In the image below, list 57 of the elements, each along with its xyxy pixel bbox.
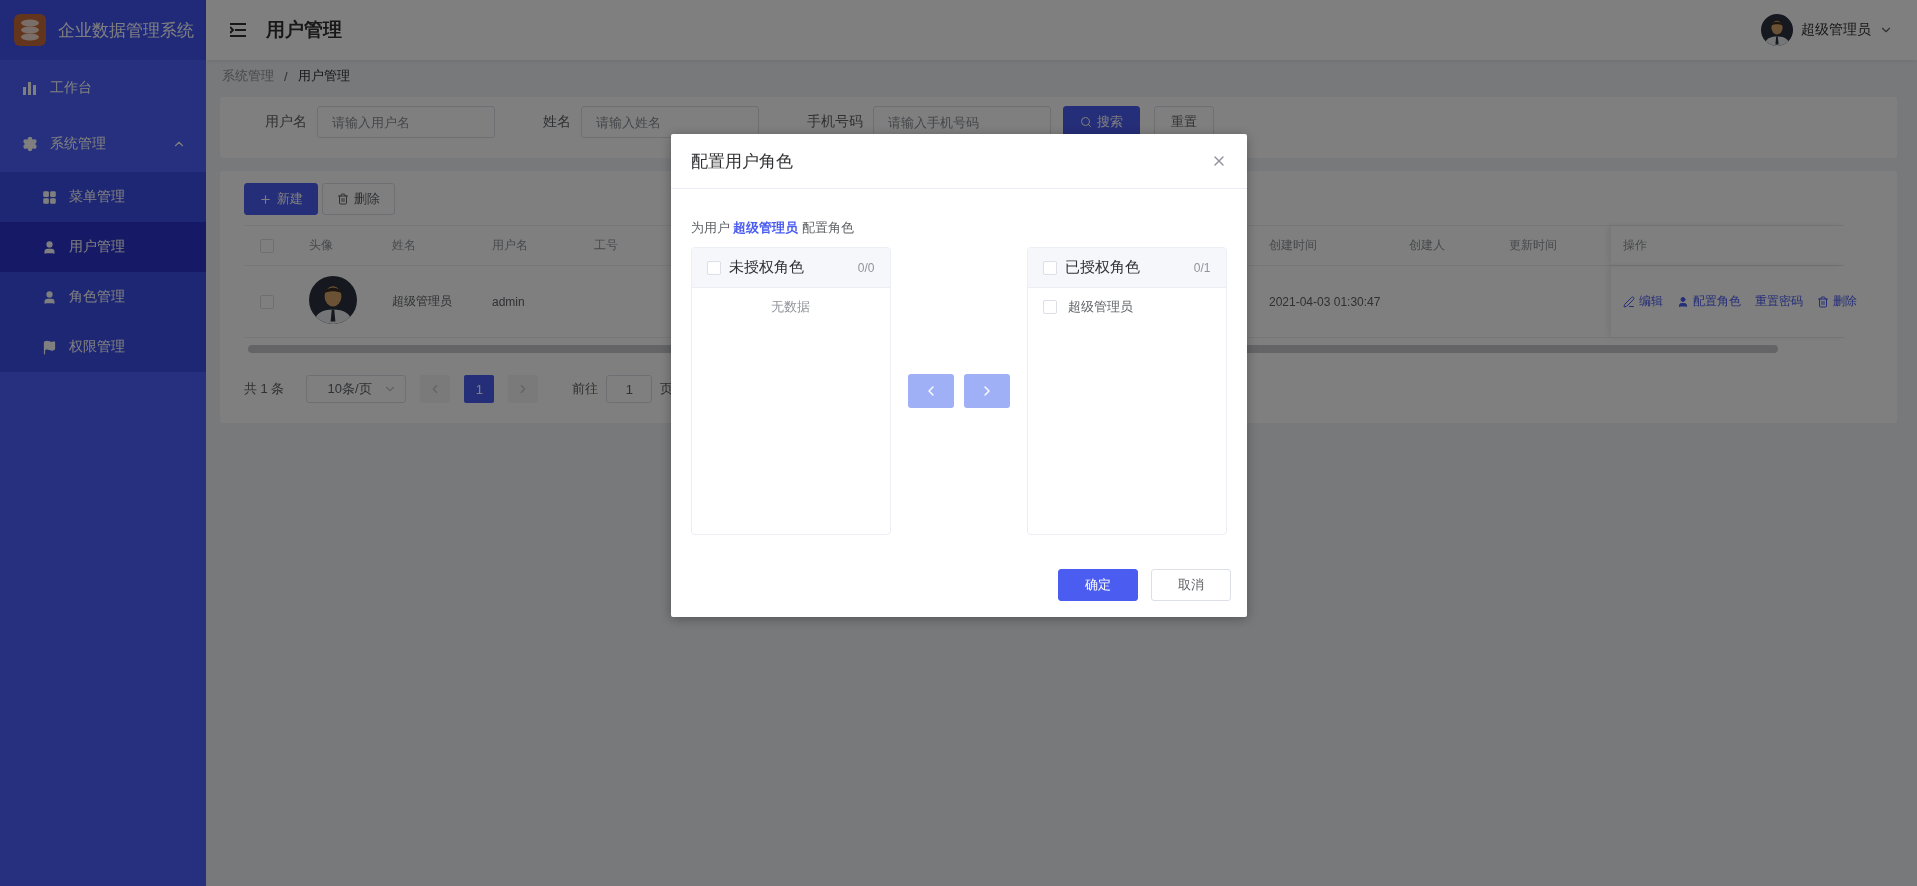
cancel-button[interactable]: 取消 [1150,569,1231,601]
trash-icon [1817,295,1829,308]
delete-button[interactable]: 删除 [322,183,395,215]
goto-label: 前往 [572,380,599,398]
checkbox[interactable] [1042,260,1057,275]
plus-icon [259,192,272,206]
edit-icon [1623,295,1635,308]
panel-count: 0/1 [1193,260,1211,275]
prev-page-button[interactable] [420,375,451,403]
sidebar-item[interactable]: 菜单管理 [0,172,206,222]
page-button[interactable]: 1 [464,375,495,403]
dialog-title: 配置用户角色 [690,150,793,173]
page-suffix: 页 [660,380,674,398]
grid-icon [42,189,57,205]
dialog-intro: 为用户 超级管理员 配置角色 [690,219,855,237]
panel-title: 已授权角色 [1064,258,1141,277]
field-label: 姓名 [543,113,571,131]
user-menu[interactable]: 超级管理员 [1761,14,1893,46]
breadcrumb-separator: / [284,68,288,84]
search-icon [1080,116,1092,128]
action-link[interactable]: 编辑 [1623,293,1663,310]
action-link[interactable]: 删除 [1817,293,1857,310]
checkbox[interactable] [706,260,721,275]
field-label: 手机号码 [807,113,863,131]
next-page-button[interactable] [508,375,539,403]
table-cell-text: admin [491,294,526,309]
page-input[interactable]: 1 [606,375,653,403]
action-link[interactable]: 重置密码 [1755,293,1803,310]
page-size-select[interactable]: 10条/页 [306,375,407,403]
sidebar-item[interactable]: 权限管理 [0,322,206,372]
user-icon [1677,295,1689,308]
sidebar-item[interactable]: 角色管理 [0,272,206,322]
settings-icon [22,136,38,152]
empty-text: 无数据 [770,298,811,316]
action-link[interactable]: 配置角色 [1677,293,1741,310]
create-button[interactable]: 新建 [244,183,318,215]
panel-title: 未授权角色 [728,258,805,277]
transfer-item[interactable]: 超级管理员 [1027,288,1226,316]
trash-icon [337,193,349,205]
sidebar-item[interactable]: 用户管理 [0,222,206,272]
breadcrumb-item: 用户管理 [297,67,350,85]
database-logo-icon [14,14,46,46]
confirm-button[interactable]: 确定 [1057,569,1138,601]
menu-icon[interactable] [230,23,246,37]
page-title: 用户管理 [266,18,343,42]
user-icon [42,289,57,305]
app-title: 企业数据管理系统 [58,19,194,42]
table-cell-text: 2021-04-03 01:30:47 [1268,294,1382,309]
avatar-icon [309,276,357,324]
avatar-icon [1761,14,1793,46]
panel-count: 0/0 [857,260,875,275]
flag-icon [42,339,57,355]
total-count: 共 1 条 [244,380,285,398]
bar-chart-icon [22,80,38,96]
table-cell-text: 超级管理员 [391,293,453,310]
user-icon [42,239,57,255]
field-label: 用户名 [265,113,307,131]
